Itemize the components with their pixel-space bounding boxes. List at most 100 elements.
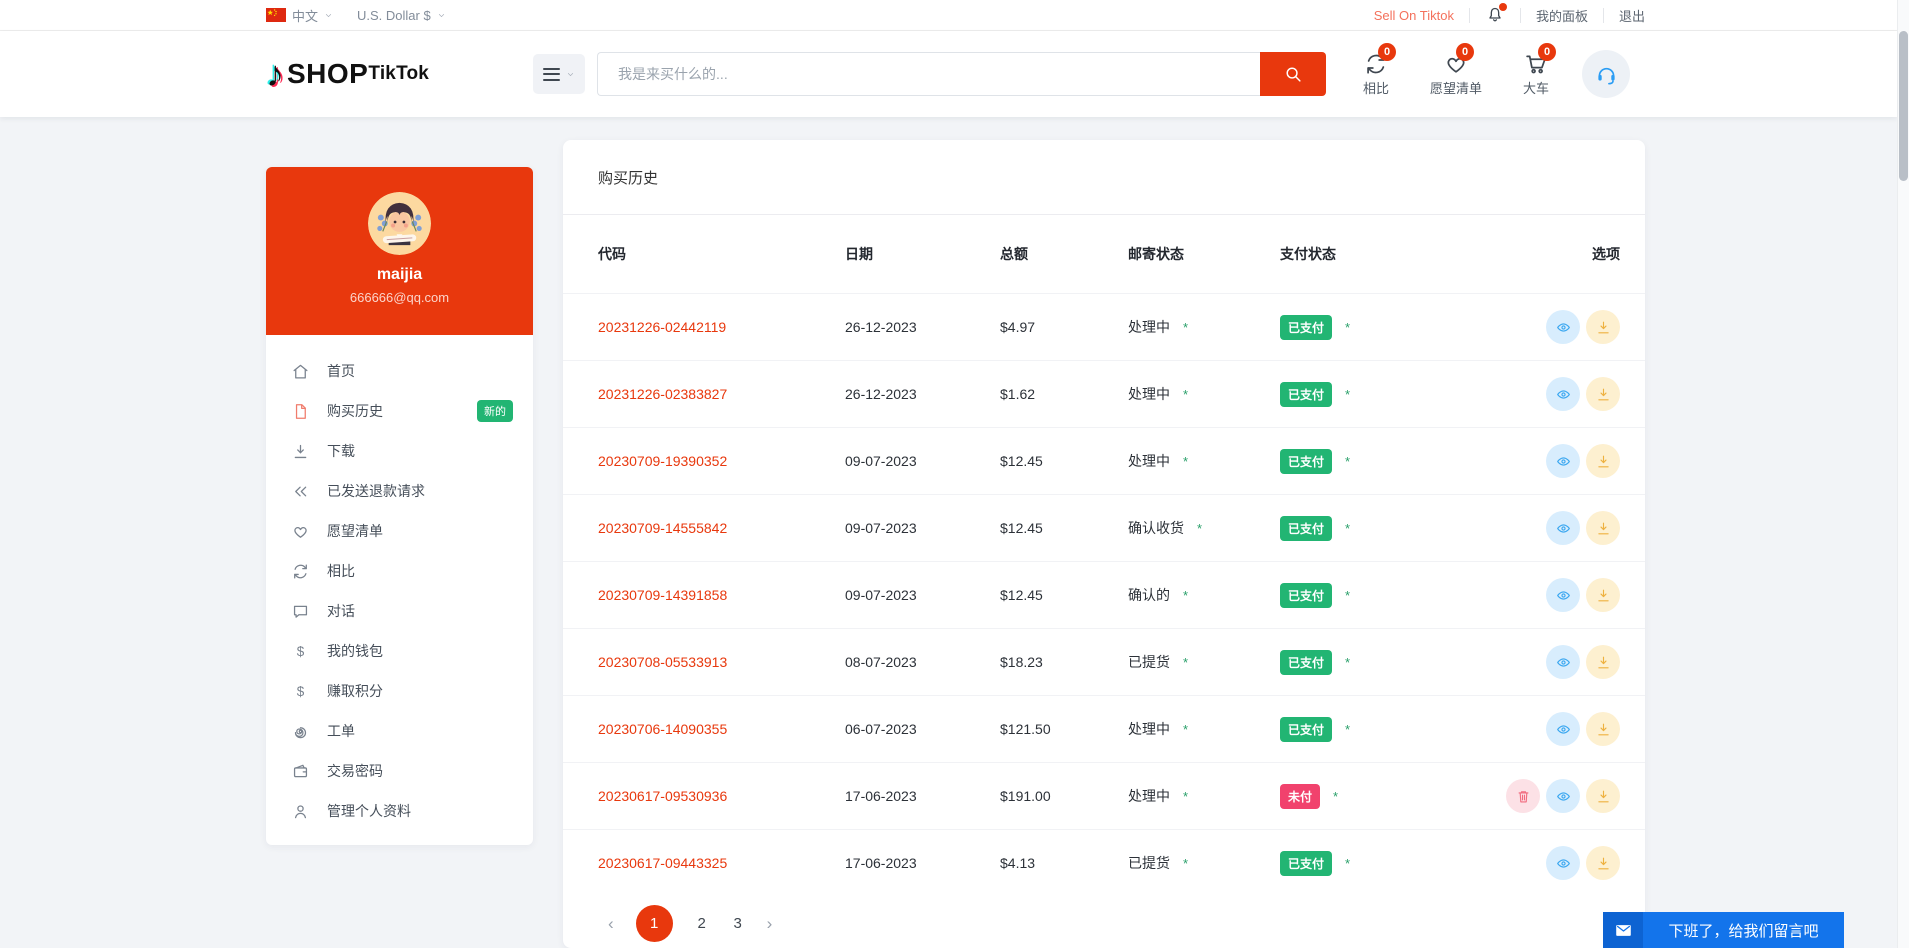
hamburger-icon — [543, 67, 561, 81]
search-button[interactable] — [1260, 52, 1327, 96]
required-asterisk: * — [1183, 386, 1189, 402]
order-total: $12.45 — [1000, 453, 1043, 469]
sidebar-menu-item[interactable]: $ 赚取积分 — [266, 671, 533, 711]
sidebar-menu-item[interactable]: 工单 — [266, 711, 533, 751]
support-button[interactable] — [1582, 50, 1631, 98]
sidebar-item-label: 已发送退款请求 — [327, 483, 425, 499]
sidebar-menu-item[interactable]: 下载 — [266, 431, 533, 471]
download-icon — [1595, 453, 1612, 470]
download-invoice-button[interactable] — [1586, 511, 1620, 545]
download-invoice-button[interactable] — [1586, 444, 1620, 478]
column-header-date: 日期 — [845, 246, 873, 262]
file-icon — [291, 402, 310, 421]
download-invoice-button[interactable] — [1586, 578, 1620, 612]
view-order-button[interactable] — [1546, 846, 1580, 880]
compare-nav-button[interactable]: 0 相比 — [1352, 43, 1400, 97]
view-order-button[interactable] — [1546, 645, 1580, 679]
table-row: 20231226-02383827 26-12-2023 $1.62 处理中 *… — [563, 360, 1645, 427]
view-order-button[interactable] — [1546, 444, 1580, 478]
order-code-link[interactable]: 20230709-19390352 — [598, 453, 727, 469]
order-code-link[interactable]: 20230709-14555842 — [598, 520, 727, 536]
view-order-button[interactable] — [1546, 779, 1580, 813]
language-selector[interactable]: 中文 — [266, 6, 333, 25]
page: 中文 U.S. Dollar $ Sell On Tiktok 我的面板 退出 … — [0, 0, 1909, 948]
table-row: 20230706-14090355 06-07-2023 $121.50 处理中… — [563, 695, 1645, 762]
order-code-link[interactable]: 20231226-02442119 — [598, 319, 726, 335]
sell-on-tiktok-link[interactable]: Sell On Tiktok — [1374, 8, 1454, 23]
logo-shop-text: SHOP — [287, 58, 369, 89]
order-code-link[interactable]: 20230706-14090355 — [598, 721, 727, 737]
svg-text:$: $ — [297, 683, 305, 698]
cart-nav-button[interactable]: 0 大车 — [1512, 43, 1560, 97]
download-icon — [1595, 520, 1612, 537]
download-icon — [1595, 587, 1612, 604]
currency-selector[interactable]: U.S. Dollar $ — [357, 8, 446, 23]
pagination-page-1[interactable]: 1 — [635, 905, 673, 942]
pagination-prev-button[interactable]: ‹ — [608, 914, 614, 934]
order-code-link[interactable]: 20231226-02383827 — [598, 386, 727, 402]
sidebar-item-label: 下载 — [327, 443, 355, 459]
order-date: 26-12-2023 — [845, 319, 917, 335]
sidebar-menu-item[interactable]: 已发送退款请求 — [266, 471, 533, 511]
view-order-button[interactable] — [1546, 511, 1580, 545]
sidebar-menu-item[interactable]: 相比 — [266, 551, 533, 591]
sidebar-item-label: 管理个人资料 — [327, 803, 411, 819]
sidebar-menu-item[interactable]: 首页 — [266, 351, 533, 391]
search-input[interactable] — [597, 52, 1261, 96]
download-invoice-button[interactable] — [1586, 846, 1620, 880]
user-email: 666666@qq.com — [349, 290, 450, 305]
order-code-link[interactable]: 20230708-05533913 — [598, 654, 727, 670]
sidebar-menu: 首页 购买历史 新的 下载 已发送退款请求 愿望清单 相比 对话 $ 我的钱包 … — [266, 335, 533, 831]
sidebar: maijia 666666@qq.com 首页 购买历史 新的 下载 已发送退款… — [266, 167, 533, 845]
download-invoice-button[interactable] — [1586, 645, 1620, 679]
sidebar-item-label: 购买历史 — [327, 403, 383, 419]
view-order-button[interactable] — [1546, 310, 1580, 344]
logo-tiktok-text: TikTok — [368, 63, 430, 84]
required-asterisk: * — [1345, 654, 1351, 670]
eye-icon — [1555, 721, 1572, 738]
delete-order-button[interactable] — [1506, 779, 1540, 813]
column-header-code: 代码 — [598, 246, 626, 262]
table-row: 20231226-02442119 26-12-2023 $4.97 处理中 *… — [563, 293, 1645, 360]
shop-tiktok-logo[interactable]: ♪ SHOP TikTok — [266, 56, 429, 92]
notifications-button[interactable] — [1485, 3, 1507, 25]
sidebar-menu-item[interactable]: 对话 — [266, 591, 533, 631]
pagination-page-2[interactable]: 2 — [695, 915, 709, 932]
order-code-link[interactable]: 20230617-09530936 — [598, 788, 727, 804]
pagination-next-button[interactable]: › — [767, 914, 773, 934]
required-asterisk: * — [1345, 587, 1351, 603]
order-code-link[interactable]: 20230709-14391858 — [598, 587, 727, 603]
my-panel-link[interactable]: 我的面板 — [1536, 6, 1588, 25]
leave-message-bar[interactable]: 下班了，给我们留言吧 — [1603, 912, 1844, 948]
sidebar-menu-item[interactable]: 购买历史 新的 — [266, 391, 533, 431]
wishlist-nav-button[interactable]: 0 愿望清单 — [1430, 43, 1482, 97]
download-invoice-button[interactable] — [1586, 779, 1620, 813]
sidebar-menu-item[interactable]: 管理个人资料 — [266, 791, 533, 831]
pagination-page-3[interactable]: 3 — [731, 915, 745, 932]
leave-message-label: 下班了，给我们留言吧 — [1668, 922, 1819, 940]
view-order-button[interactable] — [1546, 578, 1580, 612]
order-date: 17-06-2023 — [845, 788, 917, 804]
shipping-status: 处理中 — [1128, 788, 1170, 804]
view-order-button[interactable] — [1546, 712, 1580, 746]
order-code-link[interactable]: 20230617-09443325 — [598, 855, 727, 871]
scrollbar-thumb[interactable] — [1898, 31, 1908, 181]
sidebar-menu-item[interactable]: $ 我的钱包 — [266, 631, 533, 671]
categories-menu-button[interactable] — [533, 54, 586, 94]
payment-status-badge: 已支付 — [1280, 716, 1333, 742]
avatar — [368, 192, 431, 255]
china-flag-icon — [266, 8, 286, 22]
chevron-down-icon — [324, 11, 333, 20]
download-invoice-button[interactable] — [1586, 310, 1620, 344]
payment-status-badge: 已支付 — [1280, 381, 1333, 407]
download-invoice-button[interactable] — [1586, 377, 1620, 411]
sidebar-menu-item[interactable]: 交易密码 — [266, 751, 533, 791]
download-invoice-button[interactable] — [1586, 712, 1620, 746]
sidebar-menu-item[interactable]: 愿望清单 — [266, 511, 533, 551]
view-order-button[interactable] — [1546, 377, 1580, 411]
logout-link[interactable]: 退出 — [1619, 6, 1645, 25]
scrollbar-track[interactable] — [1897, 0, 1909, 948]
order-date: 06-07-2023 — [845, 721, 917, 737]
order-total: $121.50 — [1000, 721, 1051, 737]
required-asterisk: * — [1183, 587, 1189, 603]
